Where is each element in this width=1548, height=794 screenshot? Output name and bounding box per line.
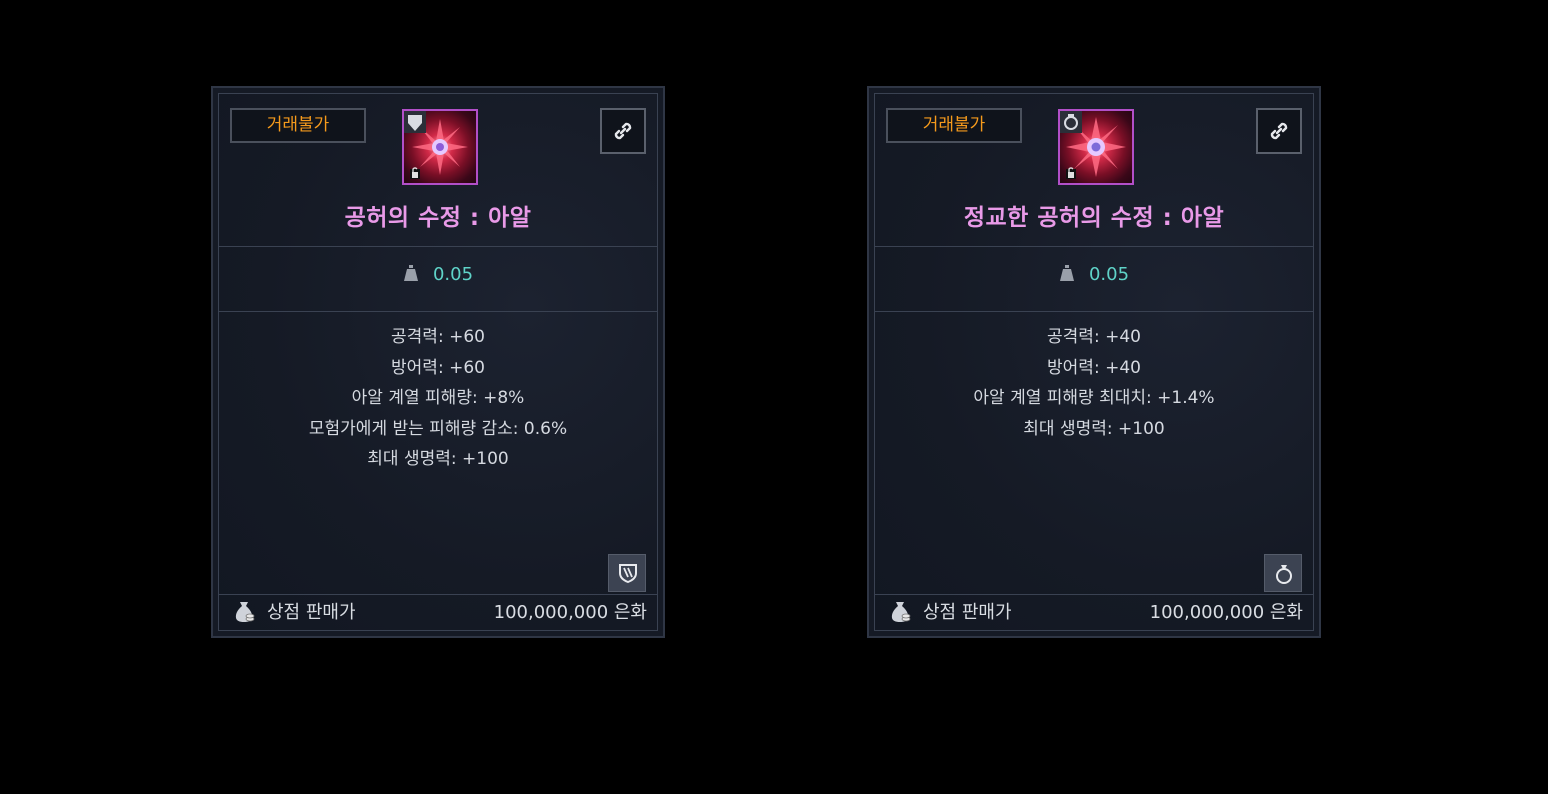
card-inner: 거래불가 [218,93,658,631]
stat-line: 방어력: +60 [391,357,485,378]
shop-price-label: 상점 판매가 [923,602,1012,623]
stat-line: 모험가에게 받는 피해량 감소: 0.6% [308,418,568,439]
shop-price-label: 상점 판매가 [267,602,356,623]
shop-price-value: 100,000,000 은화 [1149,602,1303,623]
item-tooltip-card: 거래불가 [211,86,665,638]
weight-row: 0.05 [219,264,657,285]
link-icon [1270,122,1288,140]
stat-line: 최대 생명력: +100 [1023,418,1165,439]
shop-price-row: 상점 판매가 100,000,000 은화 [875,594,1313,630]
equipment-type-ring-icon [1264,554,1302,592]
link-icon [614,122,632,140]
weight-icon [403,265,418,281]
stat-line: 아알 계열 피해량 최대치: +1.4% [973,388,1215,408]
stat-list: 공격력: +40 방어력: +40 아알 계열 피해량 최대치: +1.4% 최… [875,322,1313,444]
divider [875,246,1313,247]
shop-price-value: 100,000,000 은화 [493,602,647,623]
stat-list: 공격력: +60 방어력: +60 아알 계열 피해량: +8% 모험가에게 받… [219,322,657,475]
stat-line: 방어력: +40 [1047,357,1141,378]
crystal-item-icon[interactable] [1058,109,1134,185]
shop-price-row: 상점 판매가 100,000,000 은화 [219,594,657,630]
money-bag-icon [235,602,255,622]
divider [875,311,1313,312]
divider [219,246,657,247]
stat-line: 공격력: +60 [391,327,485,347]
item-name: 정교한 공허의 수정 : 아알 [963,205,1225,231]
copy-link-button[interactable] [600,108,646,154]
stat-line: 공격력: +40 [1047,327,1141,347]
weight-value: 0.05 [1088,264,1130,285]
trade-restriction-badge: 거래불가 [886,108,1022,143]
crystal-item-icon[interactable] [402,109,478,185]
card-inner: 거래불가 [874,93,1314,631]
stat-line: 최대 생명력: +100 [367,449,509,469]
weight-icon [1059,265,1074,281]
weight-row: 0.05 [875,264,1313,285]
trade-restriction-badge: 거래불가 [230,108,366,143]
divider [219,311,657,312]
item-name: 공허의 수정 : 아알 [344,205,532,231]
weight-value: 0.05 [432,264,474,285]
money-bag-icon [891,602,911,622]
equipment-type-shield-icon [608,554,646,592]
item-tooltip-card: 거래불가 [867,86,1321,638]
copy-link-button[interactable] [1256,108,1302,154]
stat-line: 아알 계열 피해량: +8% [351,388,525,408]
